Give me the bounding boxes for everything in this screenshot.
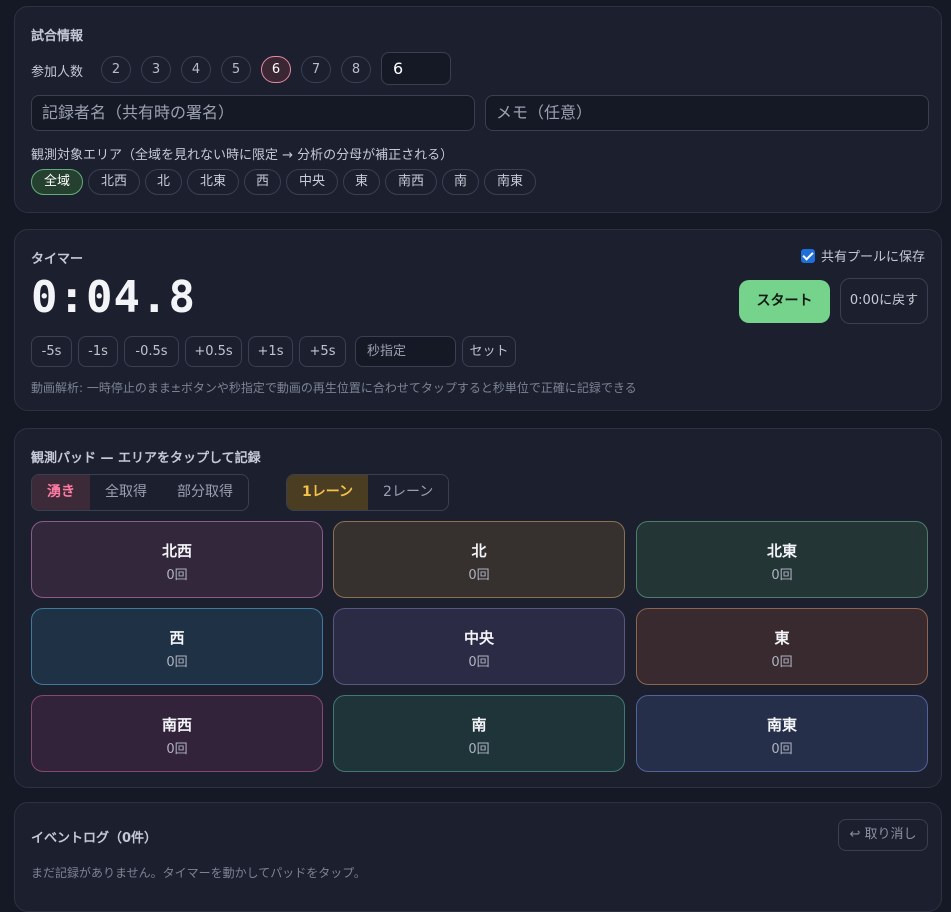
tile-count: 0回 [468,568,490,583]
tile-count: 0回 [166,655,188,670]
kind-tab-spawn[interactable]: 湧き [32,475,90,510]
lane-tab-1[interactable]: 1レーン [287,475,369,510]
timer-display: 0:04.8 [31,272,196,323]
kind-tab-partial[interactable]: 部分取得 [162,475,248,510]
pad-tile-north[interactable]: 北 0回 [333,521,625,598]
set-seconds-button[interactable]: セット [462,336,516,367]
memo-input[interactable]: メモ（任意） [485,95,929,131]
tile-count: 0回 [166,742,188,757]
save-shared-label: 共有プールに保存 [820,250,925,265]
tile-name: 中央 [463,629,494,647]
seconds-input[interactable]: 秒指定 [355,336,456,367]
step-minus-1s-button[interactable]: -1s [78,336,118,367]
participant-option-4[interactable]: 4 [181,56,211,83]
undo-button[interactable]: ↩ 取り消し [838,819,928,851]
area-chip-northwest[interactable]: 北西 [88,169,140,195]
area-chip-west[interactable]: 西 [244,169,281,195]
area-chip-center[interactable]: 中央 [286,169,338,195]
tile-name: 北西 [161,542,192,560]
tile-name: 南西 [161,716,192,734]
tile-name: 西 [169,629,185,647]
timer-card: タイマー 共有プールに保存 0:04.8 スタート 0:00に戻す -5s -1… [14,229,942,411]
tile-name: 南東 [766,716,797,734]
event-log-empty-message: まだ記録がありません。タイマーを動かしてパッドをタップ。 [31,866,366,880]
tile-count: 0回 [771,655,793,670]
participant-option-7[interactable]: 7 [301,56,331,83]
event-log-title: イベントログ（0件） [31,831,158,846]
area-chip-east[interactable]: 東 [343,169,380,195]
area-chip-all[interactable]: 全域 [31,169,83,195]
pad-tile-northwest[interactable]: 北西 0回 [31,521,323,598]
tile-name: 北東 [766,542,797,560]
observation-pad-card: 観測パッド — エリアをタップして記録 湧き 全取得 部分取得 1レーン 2レー… [14,428,942,788]
tile-name: 北 [471,542,487,560]
timer-title: タイマー [31,252,84,267]
step-plus-0-5s-button[interactable]: +0.5s [185,336,242,367]
area-chip-northeast[interactable]: 北東 [187,169,239,195]
area-label: 観測対象エリア（全域を見れない時に限定 → 分析の分母が補正される） [31,148,454,163]
participant-option-2[interactable]: 2 [101,56,131,83]
kind-tabs: 湧き 全取得 部分取得 [31,474,249,511]
participant-option-5[interactable]: 5 [221,56,251,83]
pad-tile-southwest[interactable]: 南西 0回 [31,695,323,772]
tile-count: 0回 [166,568,188,583]
pad-tile-center[interactable]: 中央 0回 [333,608,625,685]
tile-name: 南 [471,716,487,734]
area-chip-south[interactable]: 南 [442,169,479,195]
kind-tab-full[interactable]: 全取得 [90,475,162,510]
participant-option-6[interactable]: 6 [261,56,291,83]
pad-tile-east[interactable]: 東 0回 [636,608,928,685]
area-chip-southwest[interactable]: 南西 [385,169,437,195]
tile-count: 0回 [771,568,793,583]
pad-tile-southeast[interactable]: 南東 0回 [636,695,928,772]
participants-number-input[interactable]: 6 [381,52,451,85]
step-minus-0-5s-button[interactable]: -0.5s [124,336,179,367]
step-plus-1s-button[interactable]: +1s [248,336,293,367]
recorder-name-input[interactable]: 記録者名（共有時の署名） [31,95,475,131]
start-button[interactable]: スタート [739,280,830,323]
pad-title: 観測パッド — エリアをタップして記録 [31,451,261,466]
area-chip-southeast[interactable]: 南東 [484,169,536,195]
tile-count: 0回 [771,742,793,757]
pad-tile-west[interactable]: 西 0回 [31,608,323,685]
tile-count: 0回 [468,742,490,757]
participant-option-3[interactable]: 3 [141,56,171,83]
lane-tabs: 1レーン 2レーン [286,474,450,511]
match-info-title: 試合情報 [31,29,84,44]
lane-tab-2[interactable]: 2レーン [368,475,448,510]
event-log-card: イベントログ（0件） ↩ 取り消し まだ記録がありません。タイマーを動かしてパッ… [14,802,942,912]
step-plus-5s-button[interactable]: +5s [299,336,346,367]
pad-tile-south[interactable]: 南 0回 [333,695,625,772]
area-chip-north[interactable]: 北 [145,169,182,195]
participant-option-8[interactable]: 8 [341,56,371,83]
save-shared-checkbox[interactable] [800,248,815,263]
tile-count: 0回 [468,655,490,670]
participants-label: 参加人数 [31,65,84,80]
reset-timer-button[interactable]: 0:00に戻す [840,278,928,324]
video-analysis-hint: 動画解析: 一時停止のまま±ボタンや秒指定で動画の再生位置に合わせてタップすると… [31,381,637,395]
save-shared-row[interactable]: 共有プールに保存 [800,246,925,265]
tile-name: 東 [774,629,790,647]
step-minus-5s-button[interactable]: -5s [31,336,72,367]
match-info-card: 試合情報 参加人数 2 3 4 5 6 7 8 6 記録者名（共有時の署名） メ… [14,6,942,213]
pad-tile-northeast[interactable]: 北東 0回 [636,521,928,598]
